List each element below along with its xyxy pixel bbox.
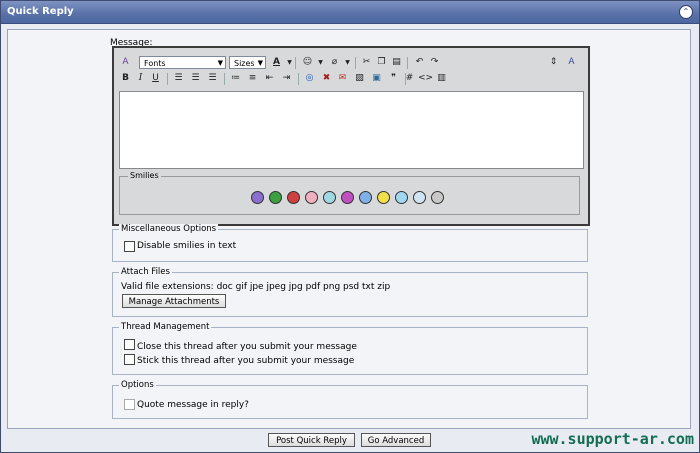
- go-advanced-button[interactable]: Go Advanced: [361, 433, 431, 447]
- outdent-icon[interactable]: ⇤: [263, 72, 276, 85]
- text-color-icon[interactable]: A: [270, 56, 283, 69]
- attachment-icon[interactable]: ⌀: [328, 56, 341, 69]
- stick-thread-checkbox[interactable]: [124, 354, 135, 365]
- undo-icon[interactable]: ↶: [413, 56, 426, 69]
- thread-management-fieldset: Thread Management Close this thread afte…: [112, 322, 588, 375]
- post-quick-reply-button[interactable]: Post Quick Reply: [268, 433, 355, 447]
- remove-link-icon[interactable]: ✖: [320, 72, 333, 85]
- smiley-icon[interactable]: [251, 191, 264, 204]
- watermark-url: www.support-ar.com: [531, 430, 694, 448]
- size-select-value: Sizes: [234, 59, 255, 68]
- font-select-value: Fonts: [144, 59, 166, 68]
- attach-files-legend: Attach Files: [119, 267, 172, 277]
- smiley-icon[interactable]: [305, 191, 318, 204]
- message-editor: A Fonts ▼ Sizes ▼ A ▼ ☺ ▼ ⌀ ▼ ✂ ❐ ▤ ↶ ↷ ⇕ …: [112, 46, 590, 226]
- smiley-menu-icon[interactable]: ☺: [301, 56, 314, 69]
- attach-files-fieldset: Attach Files Valid file extensions: doc …: [112, 267, 588, 317]
- quote-checkbox[interactable]: [124, 399, 135, 410]
- unordered-list-icon[interactable]: ≡: [246, 72, 259, 85]
- font-select[interactable]: Fonts ▼: [139, 56, 226, 69]
- quote-icon[interactable]: ❞: [387, 72, 400, 85]
- disable-smilies-label: Disable smilies in text: [137, 241, 237, 251]
- close-thread-label: Close this thread after you submit your …: [137, 342, 357, 352]
- insert-image-icon[interactable]: ▨: [353, 72, 366, 85]
- panel-header: Quick Reply ⌃: [1, 1, 699, 24]
- insert-picture-icon[interactable]: ▣: [370, 72, 383, 85]
- smiley-icon[interactable]: [359, 191, 372, 204]
- bold-icon[interactable]: B: [119, 72, 132, 85]
- indent-icon[interactable]: ⇥: [280, 72, 293, 85]
- quote-label: Quote message in reply?: [137, 400, 249, 410]
- resize-height-icon[interactable]: ⇕: [547, 56, 560, 69]
- insert-link-icon[interactable]: ◎: [303, 72, 316, 85]
- smilies-legend: Smilies: [128, 171, 161, 180]
- align-left-icon[interactable]: ☰: [172, 72, 185, 85]
- manage-attachments-button[interactable]: Manage Attachments: [122, 294, 226, 308]
- panel-title: Quick Reply: [7, 6, 74, 17]
- redo-icon[interactable]: ↷: [428, 56, 441, 69]
- remove-format-icon[interactable]: A: [119, 56, 132, 69]
- thread-management-legend: Thread Management: [119, 322, 212, 332]
- smiley-icon[interactable]: [341, 191, 354, 204]
- wrap-html-icon[interactable]: <>: [418, 72, 433, 85]
- options-legend: Options: [119, 380, 156, 390]
- smiley-dropdown-icon[interactable]: ▼: [314, 56, 327, 69]
- smiley-icon[interactable]: [431, 191, 444, 204]
- options-fieldset: Options Quote message in reply?: [112, 380, 588, 419]
- size-select[interactable]: Sizes ▼: [229, 56, 266, 69]
- align-right-icon[interactable]: ☰: [206, 72, 219, 85]
- attachment-dropdown-icon[interactable]: ▼: [341, 56, 354, 69]
- wrap-code-icon[interactable]: #: [403, 72, 416, 85]
- copy-icon[interactable]: ❐: [375, 56, 388, 69]
- paste-icon[interactable]: ▤: [390, 56, 403, 69]
- cut-icon[interactable]: ✂: [360, 56, 373, 69]
- smiley-icon[interactable]: [287, 191, 300, 204]
- smiley-icon[interactable]: [269, 191, 282, 204]
- smilies-box: Smilies: [119, 171, 580, 215]
- collapse-icon[interactable]: ⌃: [679, 5, 693, 19]
- stick-thread-label: Stick this thread after you submit your …: [137, 356, 355, 366]
- underline-icon[interactable]: U: [149, 72, 162, 85]
- smiley-icon[interactable]: [413, 191, 426, 204]
- insert-email-icon[interactable]: ✉: [336, 72, 349, 85]
- misc-options-fieldset: Miscellaneous Options Disable smilies in…: [112, 224, 588, 262]
- message-textarea[interactable]: [119, 91, 584, 169]
- ordered-list-icon[interactable]: ≔: [229, 72, 242, 85]
- smiley-icon[interactable]: [395, 191, 408, 204]
- wrap-php-icon[interactable]: ▥: [435, 72, 448, 85]
- misc-options-legend: Miscellaneous Options: [119, 224, 219, 234]
- italic-icon[interactable]: I: [134, 72, 147, 85]
- align-center-icon[interactable]: ☰: [189, 72, 202, 85]
- switch-mode-icon[interactable]: A: [565, 56, 578, 69]
- smiley-icon[interactable]: [377, 191, 390, 204]
- smiley-icon[interactable]: [323, 191, 336, 204]
- valid-extensions-text: Valid file extensions: doc gif jpe jpeg …: [121, 282, 391, 292]
- disable-smilies-checkbox[interactable]: [124, 241, 135, 252]
- close-thread-checkbox[interactable]: [124, 339, 135, 350]
